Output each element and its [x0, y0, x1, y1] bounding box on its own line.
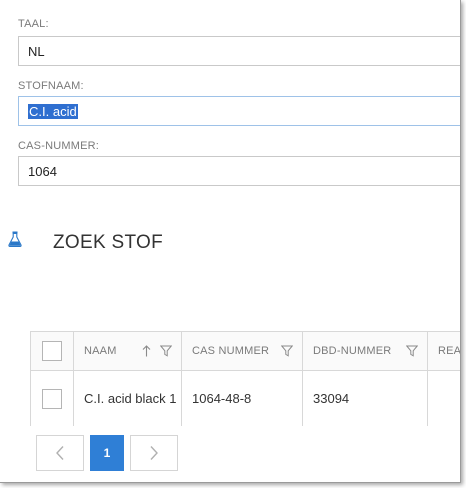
column-header-reac[interactable]: REAC: [428, 332, 461, 370]
page-button-current[interactable]: 1: [90, 435, 124, 471]
stofnaam-value: C.I. acid: [28, 103, 78, 119]
pager: 1: [36, 435, 178, 471]
column-header-dbd-nummer[interactable]: DBD-NUMMER: [303, 332, 428, 370]
section-title: ZOEK STOF: [53, 232, 164, 253]
row-checkbox-cell: [31, 371, 74, 426]
filter-icon[interactable]: [160, 345, 172, 357]
column-header-cas-nummer[interactable]: CAS NUMMER: [182, 332, 303, 370]
chevron-right-icon: [149, 445, 159, 461]
cell-cas-nummer: 1064-48-8: [182, 371, 303, 426]
column-header-cas-label: CAS NUMMER: [192, 345, 270, 357]
stofnaam-field[interactable]: C.I. acid: [18, 96, 460, 126]
row-checkbox[interactable]: [42, 388, 62, 409]
flask-icon: [8, 231, 22, 247]
cell-naam-text: C.I. acid black 1: [84, 390, 177, 406]
stofnaam-label: STOFNAAM:: [18, 80, 84, 92]
column-header-naam-label: NAAM: [84, 345, 117, 357]
taal-label: TAAL:: [18, 18, 49, 30]
chevron-left-icon: [55, 445, 65, 461]
column-header-dbd-label: DBD-NUMMER: [313, 345, 392, 357]
taal-value: NL: [28, 43, 45, 59]
column-header-naam[interactable]: NAAM: [74, 332, 182, 370]
column-header-reac-label: REAC: [438, 345, 461, 357]
cas-nummer-value: 1064: [28, 163, 57, 179]
cell-reac: [428, 371, 460, 426]
filter-icon[interactable]: [281, 345, 293, 357]
app-window: TAAL: NL STOFNAAM: C.I. acid CAS-NUMMER:…: [0, 0, 461, 483]
results-grid: NAAM CAS NUMMER DBD-NUMMER REA C.I. acid…: [30, 331, 461, 426]
cell-cas-text: 1064-48-8: [192, 390, 252, 406]
next-page-button[interactable]: [130, 435, 178, 471]
cas-nummer-label: CAS-NUMMER:: [18, 140, 100, 152]
select-all-checkbox[interactable]: [42, 341, 62, 361]
header-checkbox-cell: [31, 332, 74, 370]
cas-nummer-field[interactable]: 1064: [18, 156, 460, 186]
grid-header-row: NAAM CAS NUMMER DBD-NUMMER REA: [31, 332, 461, 371]
prev-page-button[interactable]: [36, 435, 84, 471]
table-row[interactable]: C.I. acid black 1 1064-48-8 33094: [31, 371, 460, 426]
taal-field[interactable]: NL: [18, 36, 460, 66]
arrow-up-icon[interactable]: [142, 345, 151, 357]
cell-naam: C.I. acid black 1: [74, 371, 182, 426]
filter-icon[interactable]: [406, 345, 418, 357]
cell-dbd-text: 33094: [313, 390, 350, 406]
cell-dbd-nummer: 33094: [303, 371, 428, 426]
